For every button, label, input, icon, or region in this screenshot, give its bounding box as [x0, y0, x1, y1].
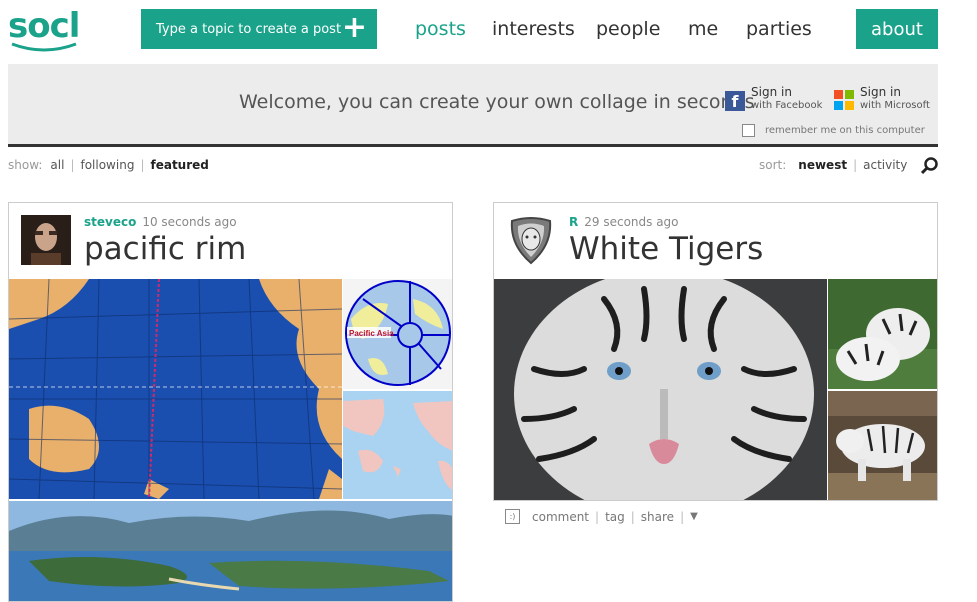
post-card[interactable]: R 29 seconds ago White Tigers — [493, 202, 938, 501]
search-icon[interactable] — [920, 156, 940, 176]
separator: | — [70, 158, 75, 172]
create-post-label: Type a topic to create a post — [156, 21, 342, 37]
sort-filter: sort: newest | activity — [759, 158, 907, 172]
socl-logo[interactable]: socl — [8, 6, 80, 52]
nav-me[interactable]: me — [688, 18, 718, 40]
remember-me-label: remember me on this computer — [765, 125, 925, 136]
pacific-globe-image[interactable]: Pacific Asia — [343, 279, 452, 389]
tiger-face-photo[interactable] — [494, 279, 827, 500]
post-card[interactable]: steveco 10 seconds ago pacific rim Pacif… — [8, 202, 453, 602]
separator: | — [140, 158, 145, 172]
separator: | — [680, 509, 685, 524]
about-button[interactable]: about — [856, 9, 938, 49]
post-author[interactable]: steveco — [84, 215, 136, 229]
facebook-signin-button[interactable]: f Sign in with Facebook — [725, 86, 822, 113]
remember-me: remember me on this computer — [742, 124, 925, 137]
coastline-photo[interactable] — [9, 501, 452, 601]
tiger-walking-photo[interactable] — [828, 391, 937, 500]
svg-text:Pacific Asia: Pacific Asia — [349, 329, 394, 338]
filter-featured[interactable]: featured — [150, 158, 208, 172]
share-link[interactable]: share — [641, 510, 674, 524]
microsoft-icon — [834, 90, 854, 110]
post-title[interactable]: pacific rim — [84, 231, 246, 267]
avatar[interactable] — [21, 215, 71, 265]
remember-me-checkbox[interactable] — [742, 124, 755, 137]
show-label: show: — [8, 158, 43, 172]
facebook-icon: f — [725, 91, 745, 111]
post-meta: R 29 seconds ago — [569, 215, 679, 229]
show-filter: show: all | following | featured — [8, 158, 209, 172]
sort-newest[interactable]: newest — [798, 158, 847, 172]
post-actions: :) comment | tag | share | ▼ — [505, 509, 698, 524]
sort-label: sort: — [759, 158, 787, 172]
separator: | — [853, 158, 858, 172]
nav-posts[interactable]: posts — [415, 18, 466, 40]
nav-parties[interactable]: parties — [746, 18, 812, 40]
comment-box-icon[interactable]: :) — [505, 509, 520, 524]
post-time: 29 seconds ago — [584, 215, 679, 229]
nav-interests[interactable]: interests — [492, 18, 575, 40]
facebook-signin-line1: Sign in — [751, 85, 792, 99]
sort-activity[interactable]: activity — [863, 158, 907, 172]
microsoft-signin-line1: Sign in — [860, 85, 901, 99]
filter-following[interactable]: following — [80, 158, 134, 172]
separator: | — [630, 509, 635, 524]
separator: | — [595, 509, 600, 524]
world-map-image[interactable] — [343, 391, 452, 499]
post-author[interactable]: R — [569, 215, 578, 229]
post-meta: steveco 10 seconds ago — [84, 215, 237, 229]
microsoft-signin-line2: with Microsoft — [860, 100, 930, 111]
post-title[interactable]: White Tigers — [569, 231, 763, 267]
comment-link[interactable]: comment — [532, 510, 589, 524]
filter-all[interactable]: all — [50, 158, 64, 172]
tigers-resting-photo[interactable] — [828, 279, 937, 389]
microsoft-signin-button[interactable]: Sign in with Microsoft — [834, 86, 930, 113]
welcome-banner: Welcome, you can create your own collage… — [8, 64, 938, 147]
tag-link[interactable]: tag — [605, 510, 625, 524]
pacific-map-image[interactable] — [9, 279, 342, 499]
post-time: 10 seconds ago — [142, 215, 237, 229]
create-post-button[interactable]: Type a topic to create a post + — [141, 9, 377, 49]
avatar[interactable] — [506, 215, 556, 265]
nav-people[interactable]: people — [596, 18, 660, 40]
logo-swoosh — [11, 42, 77, 52]
more-dropdown-icon[interactable]: ▼ — [690, 511, 698, 522]
welcome-text: Welcome, you can create your own collage… — [239, 91, 755, 113]
facebook-signin-line2: with Facebook — [751, 100, 823, 111]
plus-icon: + — [341, 10, 367, 45]
